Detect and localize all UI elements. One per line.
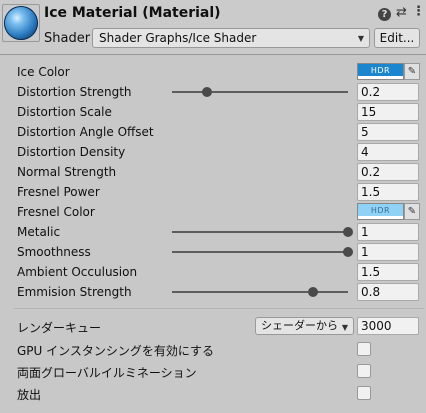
property-emmision-strength: Emmision Strength 0.8 xyxy=(0,282,426,302)
property-ice-color: Ice Color HDR ✎ xyxy=(0,62,426,82)
property-metalic: Metalic 1 xyxy=(0,222,426,242)
normal-strength-field[interactable]: 0.2 xyxy=(357,163,419,181)
slider-thumb[interactable] xyxy=(343,247,353,257)
distortion-strength-field[interactable]: 0.2 xyxy=(357,83,419,101)
section-divider xyxy=(14,308,424,309)
distortion-scale-field[interactable]: 15 xyxy=(357,103,419,121)
property-distortion-density: Distortion Density 4 xyxy=(0,142,426,162)
material-preview-sphere[interactable] xyxy=(4,6,38,40)
double-sided-gi-checkbox[interactable] xyxy=(357,364,371,378)
property-label: Metalic xyxy=(17,225,61,239)
property-fresnel-power: Fresnel Power 1.5 xyxy=(0,182,426,202)
hdr-badge: HDR xyxy=(370,66,391,75)
render-queue-label: レンダーキュー xyxy=(17,321,102,335)
property-label: Fresnel Color xyxy=(17,205,95,219)
shader-dropdown-value: Shader Graphs/Ice Shader xyxy=(99,31,257,45)
slider-thumb[interactable] xyxy=(343,227,353,237)
fresnel-power-field[interactable]: 1.5 xyxy=(357,183,419,201)
distortion-angle-offset-field[interactable]: 5 xyxy=(357,123,419,141)
emmision-strength-field[interactable]: 0.8 xyxy=(357,283,419,301)
property-label: Normal Strength xyxy=(17,165,117,179)
property-label: Emmision Strength xyxy=(17,285,132,299)
property-label: Distortion Density xyxy=(17,145,126,159)
render-queue-dropdown[interactable]: シェーダーから ▼ xyxy=(255,317,354,335)
edit-shader-button[interactable]: Edit... xyxy=(374,28,420,48)
preset-icon[interactable]: ⇄ xyxy=(396,6,407,20)
emission-label: 放出 xyxy=(17,388,42,402)
alpha-bar xyxy=(358,76,403,79)
emission-checkbox[interactable] xyxy=(357,386,371,400)
shader-dropdown[interactable]: Shader Graphs/Ice Shader ▼ xyxy=(92,28,370,48)
property-label: Distortion Angle Offset xyxy=(17,125,154,139)
slider-track[interactable] xyxy=(172,291,348,293)
double-sided-gi-label: 両面グローバルイルミネーション xyxy=(17,366,197,380)
render-queue-field[interactable]: 3000 xyxy=(357,317,419,335)
ice-color-swatch[interactable]: HDR xyxy=(357,63,404,80)
slider-track[interactable] xyxy=(172,231,348,233)
property-label: Distortion Strength xyxy=(17,85,132,99)
hdr-badge: HDR xyxy=(370,206,391,215)
property-smoothness: Smoothness 1 xyxy=(0,242,426,262)
metalic-field[interactable]: 1 xyxy=(357,223,419,241)
gpu-instancing-row: GPU インスタンシングを有効にする xyxy=(0,339,426,359)
render-queue-option: シェーダーから xyxy=(261,319,338,332)
slider-thumb[interactable] xyxy=(202,87,213,97)
property-label: Distortion Scale xyxy=(17,105,112,119)
property-label: Ambient Occulusion xyxy=(17,265,138,279)
material-header: Ice Material (Material) ? ⇄ ⋮ Shader Sha… xyxy=(0,0,426,55)
property-distortion-angle-offset: Distortion Angle Offset 5 xyxy=(0,122,426,142)
dropdown-arrow-icon: ▼ xyxy=(357,34,364,43)
smoothness-field[interactable]: 1 xyxy=(357,243,419,261)
ambient-occulusion-field[interactable]: 1.5 xyxy=(357,263,419,281)
help-icon[interactable]: ? xyxy=(378,8,391,21)
eyedropper-icon[interactable]: ✎ xyxy=(404,63,420,80)
property-normal-strength: Normal Strength 0.2 xyxy=(0,162,426,182)
property-label: Ice Color xyxy=(17,65,70,79)
render-queue-row: レンダーキュー シェーダーから ▼ 3000 xyxy=(0,316,426,336)
property-label: Smoothness xyxy=(17,245,91,259)
slider-track[interactable] xyxy=(172,251,348,253)
slider-track[interactable] xyxy=(172,91,348,93)
context-menu-icon[interactable]: ⋮ xyxy=(412,5,425,19)
property-label: Fresnel Power xyxy=(17,185,100,199)
slider-thumb[interactable] xyxy=(307,287,318,297)
property-distortion-scale: Distortion Scale 15 xyxy=(0,102,426,122)
eyedropper-icon[interactable]: ✎ xyxy=(404,203,420,220)
alpha-bar xyxy=(358,216,403,219)
distortion-density-field[interactable]: 4 xyxy=(357,143,419,161)
property-fresnel-color: Fresnel Color HDR ✎ xyxy=(0,202,426,222)
gpu-instancing-checkbox[interactable] xyxy=(357,342,371,356)
property-distortion-strength: Distortion Strength 0.2 xyxy=(0,82,426,102)
fresnel-color-swatch[interactable]: HDR xyxy=(357,203,404,220)
material-title: Ice Material (Material) xyxy=(44,5,221,21)
dropdown-arrow-icon: ▼ xyxy=(341,323,348,332)
double-sided-gi-row: 両面グローバルイルミネーション xyxy=(0,361,426,381)
gpu-instancing-label: GPU インスタンシングを有効にする xyxy=(17,344,215,358)
emission-row: 放出 xyxy=(0,383,426,403)
shader-label: Shader xyxy=(44,31,91,46)
property-ambient-occulusion: Ambient Occulusion 1.5 xyxy=(0,262,426,282)
